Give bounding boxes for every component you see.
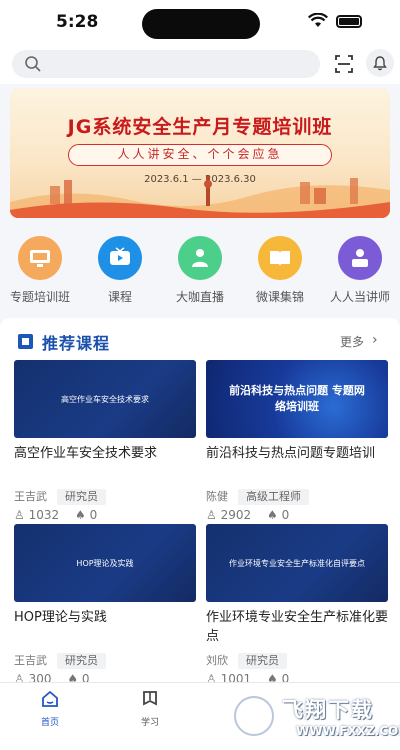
scan-icon xyxy=(335,55,353,73)
thumbnail-text: HOP理论及实践 xyxy=(76,558,134,568)
views-icon: ♙ xyxy=(206,508,217,522)
course-title: HOP理论与实践 xyxy=(14,610,107,625)
category-label: 人人当讲师 xyxy=(329,290,390,304)
banner-subtitle: 人人讲安全、个个会应急 xyxy=(68,144,332,166)
category-live[interactable]: 大咖直播 xyxy=(160,236,240,305)
watermark-logo-icon xyxy=(234,696,274,736)
like-icon: ♠ xyxy=(266,508,278,522)
course-meta: 陈健 高级工程师 xyxy=(206,488,388,505)
thumbnail-text: 高空作业车安全技术要求 xyxy=(61,394,149,404)
watermark: 飞翔下载 WWW.FXXZ.COM xyxy=(230,690,400,746)
skyline-illustration xyxy=(10,176,390,218)
category-label: 大咖直播 xyxy=(175,290,224,304)
category-micro-courses[interactable]: 微课集锦 xyxy=(240,236,320,305)
category-label: 微课集锦 xyxy=(255,290,304,304)
section-title: 推荐课程 xyxy=(42,334,111,353)
battery-icon xyxy=(336,15,362,28)
teacher-role-badge: 研究员 xyxy=(57,489,106,505)
classroom-icon xyxy=(18,236,62,280)
study-icon xyxy=(143,691,157,706)
course-title: 前沿科技与热点问题专题培训 xyxy=(206,446,376,461)
teacher-name: 王吉武 xyxy=(14,654,47,667)
tab-label: 学习 xyxy=(140,718,159,728)
course-card[interactable]: 作业环境专业安全生产标准化自评要点 作业环境专业安全生产标准化要点 刘欣 研究员 … xyxy=(206,524,388,688)
wifi-icon xyxy=(308,13,328,27)
teacher-name: 陈健 xyxy=(206,490,228,503)
promo-banner[interactable]: JG系统安全生产月专题培训班 人人讲安全、个个会应急 2023.6.1 — 20… xyxy=(10,88,390,218)
search-input[interactable] xyxy=(48,50,308,78)
course-stats: ♙ 2902 ♠ 0 xyxy=(206,508,388,524)
home-icon xyxy=(42,690,58,707)
chevron-right-icon: › xyxy=(372,332,378,348)
course-card[interactable]: 高空作业车安全技术要求 高空作业车安全技术要求 王吉武 研究员 ♙ 1032 ♠ … xyxy=(14,360,196,524)
status-bar: 5:28 xyxy=(0,0,400,46)
course-title: 作业环境专业安全生产标准化要点 xyxy=(206,610,388,644)
thumbnail-text: 前沿科技与热点问题 专题网络培训班 xyxy=(229,384,365,413)
lecturer-icon xyxy=(338,236,382,280)
course-thumbnail: HOP理论及实践 xyxy=(14,524,196,602)
scan-button[interactable] xyxy=(330,50,358,78)
watermark-text: 飞翔下载 xyxy=(282,698,374,722)
category-lecturer[interactable]: 人人当讲师 xyxy=(320,236,400,305)
bell-icon xyxy=(373,56,387,71)
watermark-url: WWW.FXXZ.COM xyxy=(296,724,400,738)
teacher-name: 王吉武 xyxy=(14,490,47,503)
likes-count: 0 xyxy=(89,508,98,522)
like-icon: ♠ xyxy=(74,508,86,522)
search-icon xyxy=(25,56,41,72)
tv-play-icon xyxy=(98,236,142,280)
speaker-icon xyxy=(178,236,222,280)
banner-title: JG系统安全生产月专题培训班 xyxy=(67,116,333,138)
course-stats: ♙ 1032 ♠ 0 xyxy=(14,508,196,524)
category-grid: 专题培训班 课程 大咖直播 微课集锦 人人当讲师 xyxy=(0,236,400,308)
course-card[interactable]: HOP理论及实践 HOP理论与实践 王吉武 研究员 ♙ 300 ♠ 0 xyxy=(14,524,196,688)
teacher-role-badge: 高级工程师 xyxy=(238,489,309,505)
search-row xyxy=(0,46,400,84)
category-label: 课程 xyxy=(107,290,132,304)
tab-study[interactable]: 学习 xyxy=(120,689,180,728)
tab-label: 首页 xyxy=(40,718,59,728)
course-meta: 王吉武 研究员 xyxy=(14,488,196,505)
section-flag-icon xyxy=(18,334,33,349)
more-link[interactable]: 更多 xyxy=(340,333,364,350)
recommended-section: 推荐课程 更多 › 高空作业车安全技术要求 高空作业车安全技术要求 王吉武 研究员… xyxy=(0,318,400,688)
category-label: 专题培训班 xyxy=(9,290,70,304)
course-title: 高空作业车安全技术要求 xyxy=(14,446,158,461)
status-time: 5:28 xyxy=(56,12,99,32)
teacher-role-badge: 研究员 xyxy=(57,653,106,669)
views-count: 1032 xyxy=(28,508,60,522)
views-icon: ♙ xyxy=(14,508,25,522)
notification-button[interactable] xyxy=(366,49,394,77)
teacher-name: 刘欣 xyxy=(206,654,228,667)
thumbnail-text: 作业环境专业安全生产标准化自评要点 xyxy=(229,558,365,568)
category-training-class[interactable]: 专题培训班 xyxy=(0,236,80,305)
teacher-role-badge: 研究员 xyxy=(238,653,287,669)
course-thumbnail: 高空作业车安全技术要求 xyxy=(14,360,196,438)
course-meta: 刘欣 研究员 xyxy=(206,652,388,669)
book-icon xyxy=(258,236,302,280)
search-box[interactable] xyxy=(12,50,320,78)
tab-home[interactable]: 首页 xyxy=(20,689,80,728)
course-meta: 王吉武 研究员 xyxy=(14,652,196,669)
course-thumbnail: 作业环境专业安全生产标准化自评要点 xyxy=(206,524,388,602)
course-card[interactable]: 前沿科技与热点问题 专题网络培训班 前沿科技与热点问题专题培训 陈健 高级工程师 … xyxy=(206,360,388,524)
likes-count: 0 xyxy=(281,508,290,522)
dynamic-island xyxy=(142,9,260,39)
category-courses[interactable]: 课程 xyxy=(80,236,160,305)
views-count: 2902 xyxy=(220,508,252,522)
course-thumbnail: 前沿科技与热点问题 专题网络培训班 xyxy=(206,360,388,438)
